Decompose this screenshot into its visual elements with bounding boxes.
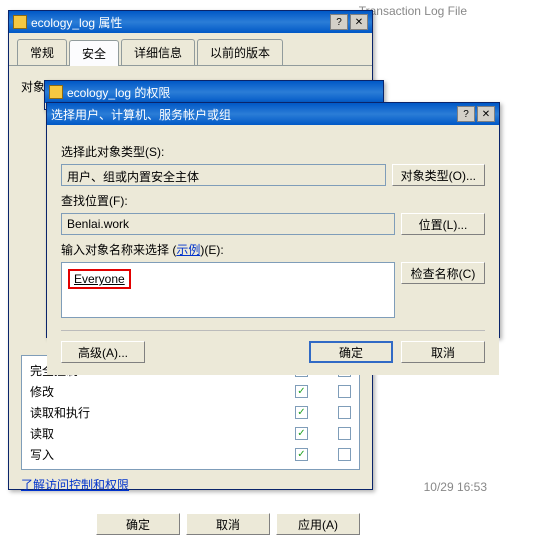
perm-row: 修改 [30, 381, 351, 402]
cancel-button[interactable]: 取消 [186, 513, 270, 535]
object-names-input[interactable]: Everyone [61, 262, 395, 318]
example-link[interactable]: 示例 [176, 243, 200, 257]
tab-general[interactable]: 常规 [17, 39, 67, 65]
allow-checkbox[interactable] [295, 406, 308, 419]
perm-row: 读取 [30, 423, 351, 444]
folder-icon [49, 85, 63, 99]
select-users-dialog: 选择用户、计算机、服务帐户或组 ? ✕ 选择此对象类型(S): 用户、组或内置安… [46, 102, 500, 338]
allow-checkbox[interactable] [295, 385, 308, 398]
tab-previous[interactable]: 以前的版本 [197, 39, 283, 65]
entered-name: Everyone [74, 272, 125, 286]
ok-button[interactable]: 确定 [96, 513, 180, 535]
permissions-titlebar[interactable]: ecology_log 的权限 [45, 81, 383, 103]
properties-titlebar[interactable]: ecology_log 属性 ? ✕ [9, 11, 372, 33]
location-field: Benlai.work [61, 213, 395, 235]
perm-row: 读取和执行 [30, 402, 351, 423]
bg-text: Transaction Log File [359, 4, 467, 18]
highlight-box: Everyone [68, 269, 131, 289]
tab-bar: 常规 安全 详细信息 以前的版本 [9, 33, 372, 66]
deny-checkbox[interactable] [338, 385, 351, 398]
deny-checkbox[interactable] [338, 406, 351, 419]
help-button[interactable]: ? [330, 14, 348, 30]
locations-button[interactable]: 位置(L)... [401, 213, 485, 235]
object-type-label: 选择此对象类型(S): [61, 143, 485, 160]
advanced-button[interactable]: 高级(A)... [61, 341, 145, 363]
select-titlebar[interactable]: 选择用户、计算机、服务帐户或组 ? ✕ [47, 103, 499, 125]
allow-checkbox[interactable] [295, 427, 308, 440]
allow-checkbox[interactable] [295, 448, 308, 461]
select-title: 选择用户、计算机、服务帐户或组 [51, 106, 457, 123]
object-types-button[interactable]: 对象类型(O)... [392, 164, 485, 186]
select-body: 选择此对象类型(S): 用户、组或内置安全主体 对象类型(O)... 查找位置(… [47, 125, 499, 375]
help-button[interactable]: ? [457, 106, 475, 122]
deny-checkbox[interactable] [338, 448, 351, 461]
properties-footer: 确定 取消 应用(A) [9, 505, 372, 543]
check-names-button[interactable]: 检查名称(C) [401, 262, 485, 284]
close-button[interactable]: ✕ [477, 106, 495, 122]
permissions-title: ecology_log 的权限 [67, 84, 379, 101]
object-type-field: 用户、组或内置安全主体 [61, 164, 386, 186]
apply-button[interactable]: 应用(A) [276, 513, 360, 535]
tab-security[interactable]: 安全 [69, 40, 119, 66]
cancel-button[interactable]: 取消 [401, 341, 485, 363]
bg-date: 10/29 16:53 [424, 480, 487, 494]
perm-row: 写入 [30, 444, 351, 465]
folder-icon [13, 15, 27, 29]
location-label: 查找位置(F): [61, 192, 485, 209]
names-label: 输入对象名称来选择 (示例)(E): [61, 241, 485, 258]
ok-button[interactable]: 确定 [309, 341, 393, 363]
properties-title: ecology_log 属性 [31, 14, 330, 31]
deny-checkbox[interactable] [338, 427, 351, 440]
tab-details[interactable]: 详细信息 [121, 39, 195, 65]
close-button[interactable]: ✕ [350, 14, 368, 30]
learn-link[interactable]: 了解访问控制和权限 [21, 478, 129, 492]
